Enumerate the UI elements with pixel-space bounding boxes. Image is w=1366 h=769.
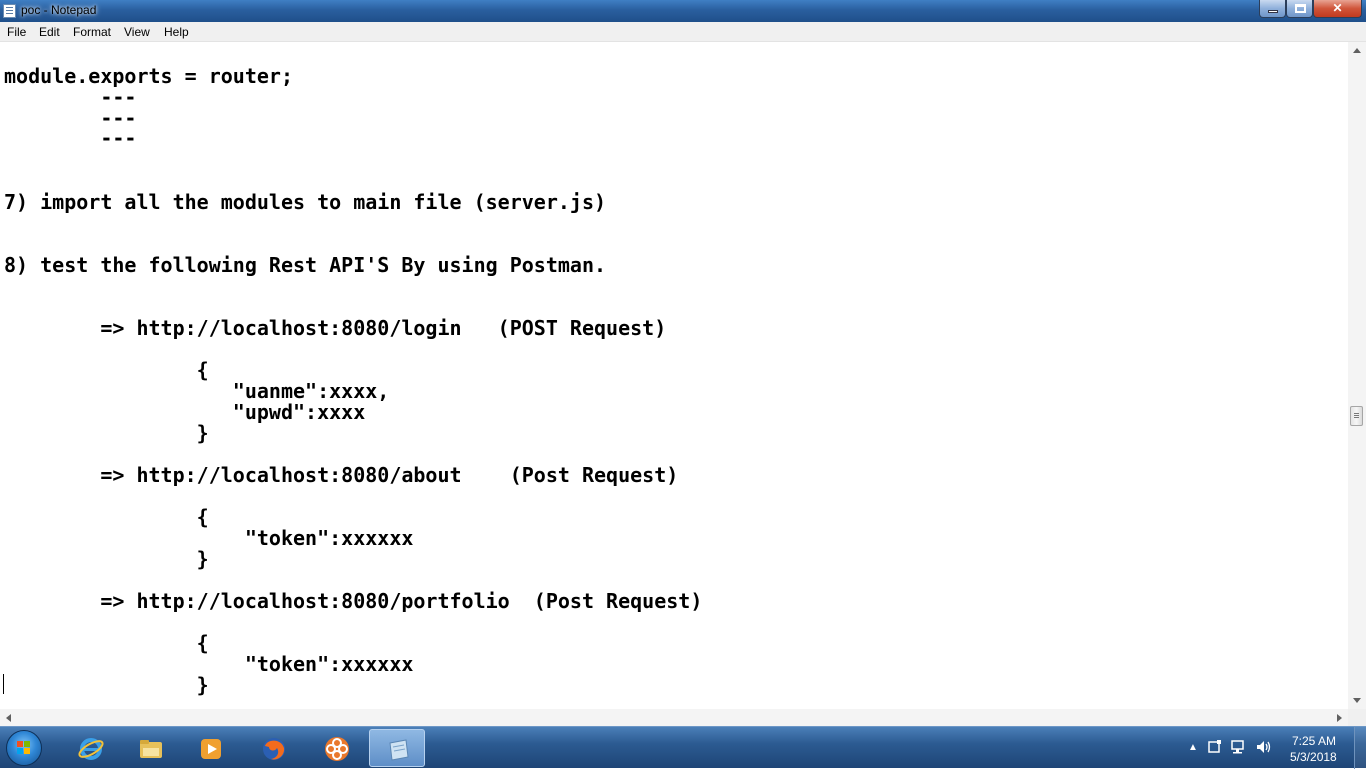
show-hidden-icons-icon[interactable]: ▲ [1188,742,1198,753]
taskbar-flower-app[interactable] [308,729,364,767]
editor-line: => http://localhost:8080/portfolio (Post… [4,589,703,613]
taskbar-file-explorer[interactable] [122,729,178,767]
close-icon: ✕ [1332,1,1343,15]
media-player-icon [201,739,221,759]
vertical-scrollbar[interactable] [1348,42,1366,709]
network-icon[interactable] [1231,739,1249,755]
maximize-button[interactable] [1286,0,1313,18]
scroll-left-icon[interactable] [6,714,11,722]
editor-line: } [4,673,209,697]
maximize-icon [1295,4,1306,13]
editor-line: } [4,421,209,445]
taskbar-internet-explorer[interactable] [62,729,118,767]
editor-line: { [4,505,209,529]
flower-app-icon [325,737,349,761]
editor-line: } [4,547,209,571]
editor-line: "uanme":xxxx, [4,379,390,403]
editor-line: 8) test the following Rest API'S By usin… [4,253,607,277]
internet-explorer-icon [78,738,104,760]
scroll-up-icon[interactable] [1353,48,1361,53]
firefox-icon [263,738,285,760]
editor-line: --- [4,85,137,109]
volume-icon[interactable] [1255,739,1273,755]
clock-date[interactable]: 5/3/2018 [1290,750,1337,764]
editor-line: => http://localhost:8080/login (POST Req… [4,316,667,340]
menu-edit[interactable]: Edit [39,25,60,39]
editor-line: --- [4,126,137,150]
editor-line: --- [4,106,137,130]
menu-format[interactable]: Format [73,25,111,39]
menu-help[interactable]: Help [164,25,189,39]
editor-line: "token":xxxxxx [4,652,414,676]
text-caret [3,674,4,694]
vertical-scroll-thumb[interactable] [1350,406,1363,426]
action-center-icon[interactable] [1207,739,1223,755]
editor-line: "upwd":xxxx [4,400,366,424]
clock-time[interactable]: 7:25 AM [1292,734,1336,748]
horizontal-scrollbar[interactable] [0,709,1348,726]
taskbar-notepad[interactable] [369,729,425,767]
show-desktop-button[interactable] [1354,727,1366,769]
windows-logo-icon [17,741,31,755]
file-explorer-icon [140,740,162,758]
taskbar-firefox[interactable] [245,729,301,767]
editor-line: 7) import all the modules to main file (… [4,190,607,214]
menu-view[interactable]: View [124,25,150,39]
notepad-icon [389,739,409,761]
editor-line: module.exports = router; [4,64,293,88]
text-editor[interactable]: module.exports = router; --- --- --- 7) … [0,42,1348,709]
taskbar: ▲ 7:25 AM 5/3/2018 [0,726,1366,769]
scrollbar-corner [1348,709,1366,726]
start-button[interactable] [6,730,42,766]
window-title: poc - Notepad [21,3,97,17]
minimize-icon [1268,10,1278,13]
minimize-button[interactable] [1259,0,1286,18]
title-bar[interactable]: poc - Notepad ✕ [0,0,1366,22]
editor-line: { [4,631,209,655]
close-button[interactable]: ✕ [1313,0,1362,18]
editor-line: "token":xxxxxx [4,526,414,550]
taskbar-media-player[interactable] [182,729,238,767]
editor-line: { [4,358,209,382]
notepad-app-icon [3,4,16,18]
menu-bar: File Edit Format View Help [0,22,1366,42]
scroll-down-icon[interactable] [1353,698,1361,703]
editor-line: => http://localhost:8080/about (Post Req… [4,463,679,487]
menu-file[interactable]: File [7,25,26,39]
scroll-right-icon[interactable] [1337,714,1342,722]
